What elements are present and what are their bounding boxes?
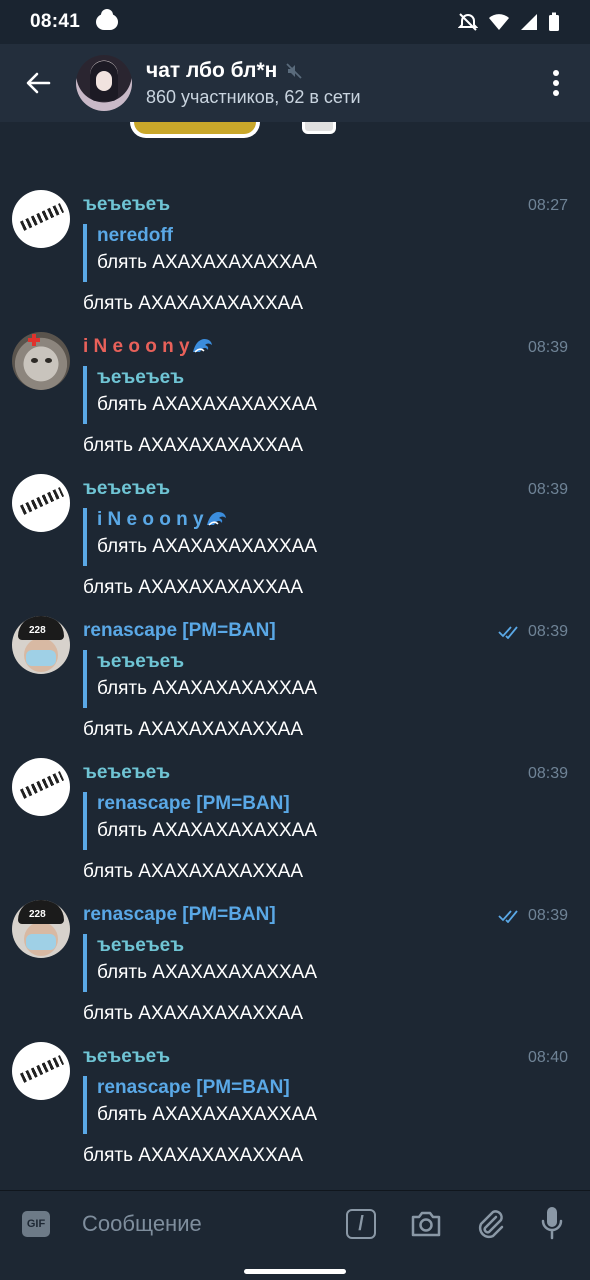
message-text: блять АХАХАХАХАХХАА bbox=[83, 293, 304, 314]
avatar[interactable] bbox=[12, 190, 70, 248]
cloud-notification-icon bbox=[96, 9, 119, 30]
signal-icon bbox=[521, 14, 537, 30]
double-check-icon bbox=[498, 626, 518, 639]
message-item[interactable]: 228 renascape [PM=BAN] 08:39 ъеъеъеъ бля… bbox=[0, 606, 590, 748]
message-item[interactable]: ъеъеъеъ 08:39 i N e o o n y блять АХАХАХ… bbox=[0, 464, 590, 606]
status-bar: 08:41 bbox=[0, 0, 590, 44]
chat-title: чат лбо бл*н bbox=[146, 58, 278, 82]
reply-sender: ъеъеъеъ bbox=[97, 935, 185, 956]
avatar[interactable]: 228 bbox=[12, 900, 70, 958]
message-text: блять АХАХАХАХАХХАА bbox=[83, 435, 304, 456]
reply-text: блять АХАХАХАХАХХАА bbox=[97, 962, 318, 983]
message-item[interactable]: ъеъеъеъ 08:27 neredoff блять АХАХАХАХАХХ… bbox=[0, 180, 590, 322]
slash-commands-icon[interactable]: / bbox=[346, 1209, 376, 1239]
back-arrow-icon bbox=[26, 72, 51, 94]
message-time: 08:40 bbox=[527, 1049, 568, 1066]
wave-emoji-icon bbox=[192, 339, 212, 353]
gif-icon[interactable]: GIF bbox=[22, 1211, 50, 1237]
chat-subtitle: 860 участников, 62 в сети bbox=[146, 86, 361, 107]
gesture-nav-handle[interactable] bbox=[244, 1269, 346, 1274]
reply-text: блять АХАХАХАХАХХАА bbox=[97, 1104, 318, 1125]
reply-sender: neredoff bbox=[97, 225, 173, 246]
message-text: блять АХАХАХАХАХХАА bbox=[83, 577, 304, 598]
message-input[interactable]: Сообщение bbox=[82, 1211, 202, 1237]
reply-text: блять АХАХАХАХАХХАА bbox=[97, 820, 318, 841]
battery-icon bbox=[549, 12, 559, 31]
message-item[interactable]: ъеъеъеъ 08:40 renascape [PM=BAN] блять А… bbox=[0, 1032, 590, 1174]
camera-icon[interactable] bbox=[410, 1209, 442, 1244]
reply-quote[interactable]: i N e o o n y блять АХАХАХАХАХХАА bbox=[83, 508, 317, 566]
reply-sender: ъеъеъеъ bbox=[97, 367, 185, 388]
sticker-partial-2 bbox=[302, 122, 336, 134]
message-text: блять АХАХАХАХАХХАА bbox=[83, 861, 304, 882]
message-sender[interactable]: ъеъеъеъ bbox=[83, 194, 170, 216]
reply-quote[interactable]: neredoff блять АХАХАХАХАХХАА bbox=[83, 224, 317, 282]
reply-sender: i N e o o n y bbox=[97, 508, 317, 532]
message-time: 08:39 bbox=[498, 907, 568, 925]
message-text: блять АХАХАХАХАХХАА bbox=[83, 719, 304, 740]
message-item[interactable]: 228 renascape [PM=BAN] 08:39 ъеъеъеъ бля… bbox=[0, 890, 590, 1032]
alarm-off-icon bbox=[458, 13, 478, 31]
avatar[interactable]: 228 bbox=[12, 616, 70, 674]
double-check-icon bbox=[498, 910, 518, 923]
avatar[interactable] bbox=[12, 1042, 70, 1100]
chat-info[interactable]: чат лбо бл*н 860 участников, 62 в сети bbox=[146, 59, 361, 108]
reply-quote[interactable]: ъеъеъеъ блять АХАХАХАХАХХАА bbox=[83, 366, 317, 424]
sticker-partial bbox=[130, 122, 260, 138]
message-sender[interactable]: ъеъеъеъ bbox=[83, 762, 170, 784]
reply-text: блять АХАХАХАХАХХАА bbox=[97, 394, 318, 415]
message-sender[interactable]: i N e o o n y bbox=[83, 336, 214, 358]
message-time: 08:39 bbox=[527, 765, 568, 782]
chat-avatar[interactable] bbox=[76, 55, 132, 111]
status-icons bbox=[458, 12, 560, 32]
reply-text: блять АХАХАХАХАХХАА bbox=[97, 536, 318, 557]
reply-quote[interactable]: renascape [PM=BAN] блять АХАХАХАХАХХАА bbox=[83, 1076, 317, 1134]
chat-header: чат лбо бл*н 860 участников, 62 в сети bbox=[0, 44, 590, 122]
reply-sender: ъеъеъеъ bbox=[97, 651, 185, 672]
avatar[interactable] bbox=[12, 332, 70, 390]
wave-emoji-icon bbox=[206, 512, 226, 526]
message-item[interactable]: ъеъеъеъ 08:39 renascape [PM=BAN] блять А… bbox=[0, 748, 590, 890]
mute-icon bbox=[286, 62, 302, 79]
message-item[interactable]: i N e o o n y 08:39 ъеъеъеъ блять АХАХАХ… bbox=[0, 322, 590, 464]
back-button[interactable] bbox=[0, 44, 76, 122]
message-text: блять АХАХАХАХАХХАА bbox=[83, 1145, 304, 1166]
reply-quote[interactable]: ъеъеъеъ блять АХАХАХАХАХХАА bbox=[83, 650, 317, 708]
message-time: 08:27 bbox=[527, 197, 568, 214]
status-time: 08:41 bbox=[30, 11, 81, 32]
message-time: 08:39 bbox=[527, 339, 568, 356]
reply-text: блять АХАХАХАХАХХАА bbox=[97, 252, 318, 273]
reply-sender: renascape [PM=BAN] bbox=[97, 793, 290, 814]
avatar[interactable] bbox=[12, 758, 70, 816]
message-text: блять АХАХАХАХАХХАА bbox=[83, 1003, 304, 1024]
message-sender[interactable]: renascape [PM=BAN] bbox=[83, 620, 276, 642]
avatar[interactable] bbox=[12, 474, 70, 532]
wifi-icon bbox=[489, 14, 509, 30]
attach-clip-icon[interactable] bbox=[476, 1207, 504, 1246]
reply-sender: renascape [PM=BAN] bbox=[97, 1077, 290, 1098]
message-list: ъеъеъеъ 08:27 neredoff блять АХАХАХАХАХХ… bbox=[0, 180, 590, 1174]
reply-quote[interactable]: renascape [PM=BAN] блять АХАХАХАХАХХАА bbox=[83, 792, 317, 850]
message-sender[interactable]: ъеъеъеъ bbox=[83, 478, 170, 500]
reply-quote[interactable]: ъеъеъеъ блять АХАХАХАХАХХАА bbox=[83, 934, 317, 992]
reply-text: блять АХАХАХАХАХХАА bbox=[97, 678, 318, 699]
microphone-icon[interactable] bbox=[540, 1205, 564, 1246]
message-sender[interactable]: renascape [PM=BAN] bbox=[83, 904, 276, 926]
message-input-bar: GIF Сообщение / bbox=[0, 1190, 590, 1258]
more-vertical-icon[interactable] bbox=[544, 66, 568, 100]
message-time: 08:39 bbox=[498, 623, 568, 641]
message-sender[interactable]: ъеъеъеъ bbox=[83, 1046, 170, 1068]
message-time: 08:39 bbox=[527, 481, 568, 498]
